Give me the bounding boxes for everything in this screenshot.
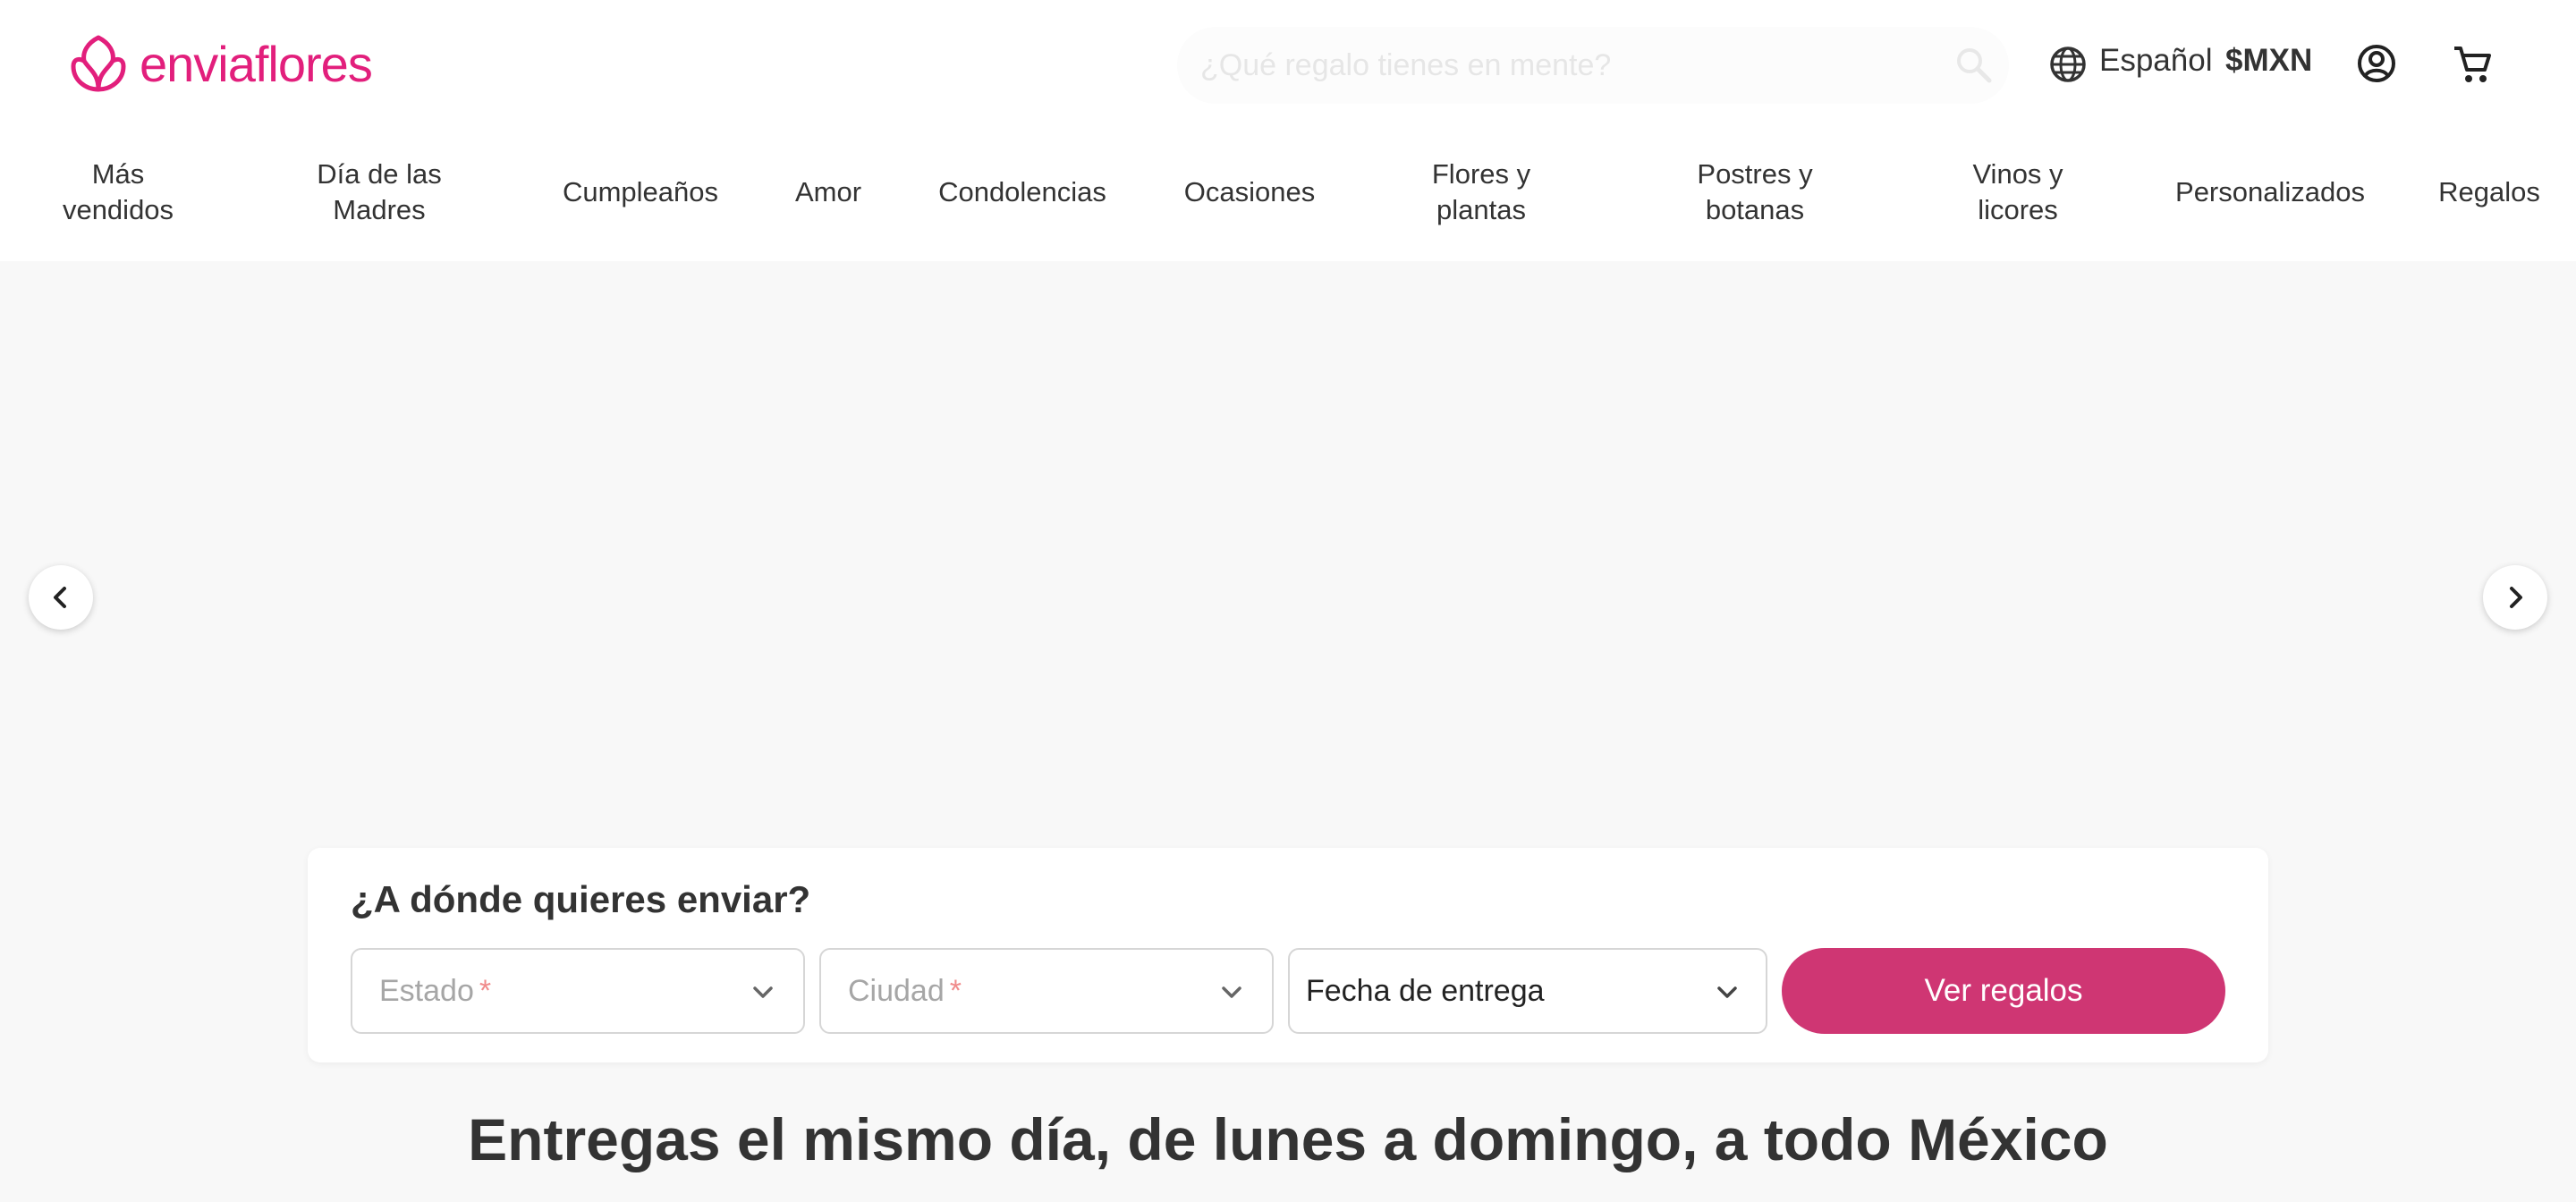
nav-item-amor[interactable]: Amor xyxy=(795,152,861,233)
search-bar xyxy=(1177,27,2009,104)
globe-icon[interactable] xyxy=(2048,45,2088,84)
chevron-left-icon xyxy=(54,587,66,608)
delivery-date-select[interactable]: Fecha de entrega xyxy=(1288,948,1767,1034)
user-icon[interactable] xyxy=(2356,43,2397,84)
language-selector[interactable]: Español xyxy=(2099,43,2212,79)
logo-text: enviaflores xyxy=(140,35,373,92)
currency-selector[interactable]: $MXN xyxy=(2225,43,2312,79)
carousel-next-button[interactable] xyxy=(2483,565,2547,630)
city-select[interactable]: Ciudad * xyxy=(819,948,1274,1034)
nav-item-vinos-y-licores[interactable]: Vinos y licores xyxy=(1972,152,2063,233)
nav-item-cumpleanos[interactable]: Cumpleaños xyxy=(563,152,718,233)
nav-item-regalos[interactable]: Regalos xyxy=(2438,152,2540,233)
logo-link[interactable]: enviaflores xyxy=(70,34,373,93)
chevron-down-icon xyxy=(753,986,773,998)
site-header: enviaflores Español $MXN Másvendidos Día… xyxy=(0,0,2576,261)
delivery-search-card: ¿A dónde quieres enviar? Estado * Ciudad *… xyxy=(308,848,2268,1062)
city-select-label: Ciudad * xyxy=(848,974,962,1008)
nav-item-mas-vendidos[interactable]: Más vendidos xyxy=(63,152,174,233)
delivery-date-label: Fecha de entrega xyxy=(1306,974,1545,1008)
state-select-label: Estado * xyxy=(379,974,492,1008)
nav-item-condolencias[interactable]: Condolencias xyxy=(938,152,1106,233)
nav-item-flores-y-plantas[interactable]: Flores y plantas xyxy=(1432,152,1530,233)
view-gifts-button[interactable]: Ver regalos xyxy=(1782,948,2225,1034)
nav-item-personalizados[interactable]: Personalizados xyxy=(2175,152,2365,233)
nav-item-dia-de-las-madres[interactable]: Día de las Madres xyxy=(317,152,442,233)
delivery-headline: Entregas el mismo día, de lunes a doming… xyxy=(468,1106,2108,1172)
cart-icon[interactable] xyxy=(2451,43,2494,86)
nav-item-ocasiones[interactable]: Ocasiones xyxy=(1184,152,1315,233)
search-icon[interactable] xyxy=(1953,45,1993,84)
chevron-down-icon xyxy=(1222,986,1241,998)
chevron-down-icon xyxy=(1717,986,1737,998)
nav-item-postres-y-botanas[interactable]: Postres y botanas xyxy=(1697,152,1812,233)
logo-flower-icon xyxy=(71,35,126,92)
main-nav: Más vendidos Día de las Madres Cumpleaños … xyxy=(0,152,2576,233)
delivery-card-title: ¿A dónde quieres enviar? xyxy=(351,878,811,920)
chevron-right-icon xyxy=(2510,587,2522,608)
state-select[interactable]: Estado * xyxy=(351,948,805,1034)
search-input[interactable] xyxy=(1200,27,1934,104)
carousel-prev-button[interactable] xyxy=(29,565,93,630)
